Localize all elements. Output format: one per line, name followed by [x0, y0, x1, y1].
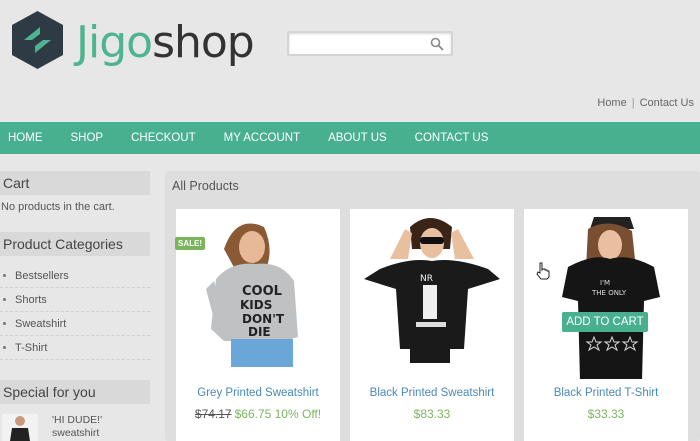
- category-item-bestsellers[interactable]: Bestsellers: [0, 264, 150, 288]
- product-image[interactable]: NR: [350, 209, 514, 379]
- nav-item-checkout[interactable]: CHECKOUT: [123, 132, 196, 144]
- nav-item-my-account[interactable]: MY ACCOUNT: [216, 132, 300, 144]
- product-name[interactable]: Black Printed Sweatshirt: [350, 387, 514, 399]
- bullet-icon: [3, 322, 6, 325]
- svg-text:NR: NR: [420, 274, 433, 284]
- product-card-2[interactable]: NR Black Printed Sweatshirt $83.33: [350, 209, 514, 441]
- category-label: Bestsellers: [15, 269, 69, 282]
- product-image[interactable]: COOL KIDS DON'T DIE: [176, 209, 340, 379]
- special-product-subtitle: sweatshirt: [52, 427, 100, 439]
- hand-cursor-icon: [536, 262, 550, 280]
- main-nav: HOME SHOP CHECKOUT MY ACCOUNT ABOUT US C…: [0, 122, 700, 154]
- nav-item-about-us[interactable]: ABOUT US: [320, 132, 387, 144]
- brand-part-2: shop: [152, 17, 255, 68]
- category-label: Sweatshirt: [15, 317, 67, 330]
- brand-part-1: Jigo: [76, 17, 153, 68]
- category-label: T-Shirt: [15, 341, 48, 354]
- special-product-thumbnail[interactable]: [2, 414, 38, 441]
- page-title: All Products: [172, 179, 239, 193]
- category-list: Bestsellers Shorts Sweatshirt T-Shirt: [0, 264, 150, 360]
- product-sale-price: $66.75 10% Off!: [234, 407, 322, 421]
- search-input[interactable]: [287, 31, 453, 56]
- category-label: Shorts: [15, 293, 47, 306]
- product-name[interactable]: Grey Printed Sweatshirt: [176, 387, 340, 399]
- product-price: $74.17 $66.75 10% Off!: [176, 407, 340, 421]
- top-link-contact[interactable]: Contact Us: [640, 97, 694, 109]
- svg-text:KIDS: KIDS: [240, 298, 272, 312]
- nav-item-home[interactable]: HOME: [0, 132, 43, 144]
- product-price: $83.33: [413, 407, 451, 421]
- nav-item-shop[interactable]: SHOP: [63, 132, 104, 144]
- product-name[interactable]: Black Printed T-Shirt: [524, 387, 688, 399]
- category-item-sweatshirt[interactable]: Sweatshirt: [0, 312, 150, 336]
- bullet-icon: [3, 346, 6, 349]
- category-item-shorts[interactable]: Shorts: [0, 288, 150, 312]
- product-image[interactable]: I'M THE ONLY DIVE: [524, 209, 688, 379]
- categories-widget-title: Product Categories: [0, 232, 150, 256]
- svg-text:COOL: COOL: [242, 284, 282, 299]
- jigoshop-logo-icon[interactable]: [10, 10, 65, 70]
- special-widget-title: Special for you: [0, 380, 150, 404]
- top-link-home[interactable]: Home: [597, 97, 626, 109]
- svg-text:THE ONLY: THE ONLY: [591, 289, 627, 297]
- svg-text:I'M: I'M: [600, 279, 610, 287]
- special-product-title: 'HI DUDE!': [52, 414, 103, 426]
- add-to-cart-button[interactable]: ADD TO CART: [562, 312, 648, 332]
- category-item-t-shirt[interactable]: T-Shirt: [0, 336, 150, 360]
- nav-item-contact-us[interactable]: CONTACT US: [407, 132, 489, 144]
- cart-empty-text: No products in the cart.: [1, 201, 115, 213]
- bullet-icon: [3, 298, 6, 301]
- cart-widget-title: Cart: [0, 171, 150, 195]
- product-old-price: $74.17: [194, 407, 232, 421]
- top-link-separator: |: [631, 97, 635, 109]
- sale-badge: SALE!: [175, 237, 205, 250]
- special-product-name[interactable]: 'HI DUDE!' sweatshirt: [52, 414, 102, 440]
- brand-name[interactable]: Jigoshop: [76, 17, 255, 68]
- svg-text:DIE: DIE: [248, 325, 271, 339]
- bullet-icon: [3, 274, 6, 277]
- top-links: Home | Contact Us: [597, 97, 694, 109]
- svg-text:DON'T: DON'T: [242, 312, 285, 326]
- product-price: $33.33: [587, 407, 625, 421]
- search-icon[interactable]: [430, 37, 444, 51]
